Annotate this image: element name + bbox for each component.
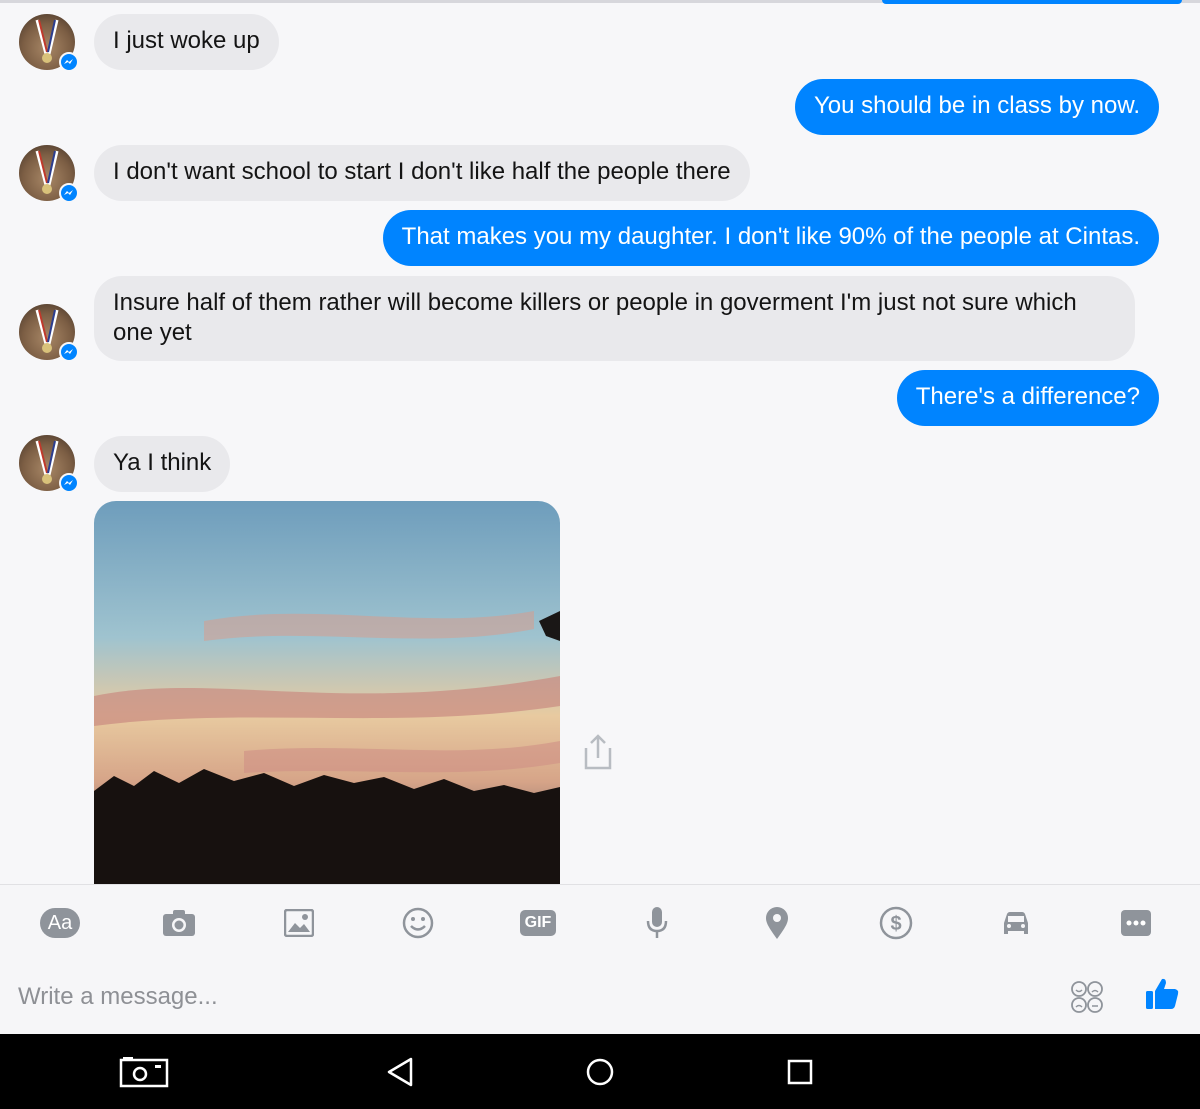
back-icon bbox=[387, 1057, 413, 1087]
recents-icon bbox=[787, 1059, 813, 1085]
more-icon bbox=[1121, 910, 1151, 936]
gif-icon: GIF bbox=[520, 910, 556, 936]
message-bubble-incoming[interactable]: I don't want school to start I don't lik… bbox=[94, 145, 750, 201]
messenger-badge-icon bbox=[59, 183, 79, 203]
camera-button[interactable] bbox=[159, 903, 199, 943]
gallery-icon bbox=[284, 909, 314, 937]
contact-avatar[interactable] bbox=[19, 145, 79, 203]
contact-avatar[interactable] bbox=[19, 435, 79, 493]
ride-button[interactable] bbox=[996, 903, 1036, 943]
message-bubble-incoming[interactable]: I just woke up bbox=[94, 14, 279, 70]
home-icon bbox=[586, 1058, 614, 1086]
messenger-badge-icon bbox=[59, 52, 79, 72]
text-format-button[interactable]: Aa bbox=[40, 903, 80, 943]
back-button[interactable] bbox=[380, 1052, 420, 1092]
microphone-icon bbox=[646, 907, 668, 938]
svg-text:$: $ bbox=[890, 913, 901, 935]
message-bubble-outgoing[interactable]: That makes you my daughter. I don't like… bbox=[382, 210, 1159, 266]
contact-avatar[interactable] bbox=[19, 14, 79, 72]
messenger-badge-icon bbox=[59, 342, 79, 362]
like-icon[interactable] bbox=[1144, 976, 1180, 1012]
gif-button[interactable]: GIF bbox=[518, 903, 558, 943]
composer-toolbar: Aa GIF $ bbox=[0, 884, 1200, 959]
location-button[interactable] bbox=[757, 903, 797, 943]
camera-icon bbox=[163, 910, 195, 936]
ride-icon bbox=[1004, 912, 1028, 934]
android-navigation-bar bbox=[0, 1034, 1200, 1109]
share-icon[interactable] bbox=[580, 730, 616, 774]
contact-avatar[interactable] bbox=[19, 304, 79, 362]
more-button[interactable] bbox=[1116, 903, 1156, 943]
message-bubble-outgoing[interactable]: You should be in class by now. bbox=[794, 79, 1159, 135]
message-bubble-incoming[interactable]: Insure half of them rather will become k… bbox=[94, 276, 1135, 361]
payment-icon: $ bbox=[879, 906, 913, 940]
message-composer bbox=[0, 958, 1200, 1034]
emoji-button[interactable] bbox=[398, 903, 438, 943]
previous-message-edge bbox=[0, 0, 1200, 4]
recents-button[interactable] bbox=[780, 1052, 820, 1092]
screenshot-icon bbox=[119, 1057, 169, 1088]
microphone-button[interactable] bbox=[637, 903, 677, 943]
stickers-icon[interactable] bbox=[1070, 980, 1104, 1014]
location-icon bbox=[766, 907, 788, 939]
emoji-icon bbox=[402, 907, 434, 939]
shared-sunset-photo[interactable] bbox=[94, 501, 560, 884]
message-bubble-incoming[interactable]: Ya I think bbox=[94, 436, 231, 492]
home-button[interactable] bbox=[580, 1052, 620, 1092]
payment-button[interactable]: $ bbox=[876, 903, 916, 943]
message-input[interactable] bbox=[18, 980, 918, 1014]
message-bubble-outgoing[interactable]: There's a difference? bbox=[896, 370, 1159, 426]
text-format-icon: Aa bbox=[40, 908, 80, 938]
conversation-view[interactable]: I just woke up You should be in class by… bbox=[0, 0, 1200, 884]
messenger-badge-icon bbox=[59, 473, 79, 493]
screenshot-button[interactable] bbox=[118, 1052, 170, 1092]
gallery-button[interactable] bbox=[279, 903, 319, 943]
